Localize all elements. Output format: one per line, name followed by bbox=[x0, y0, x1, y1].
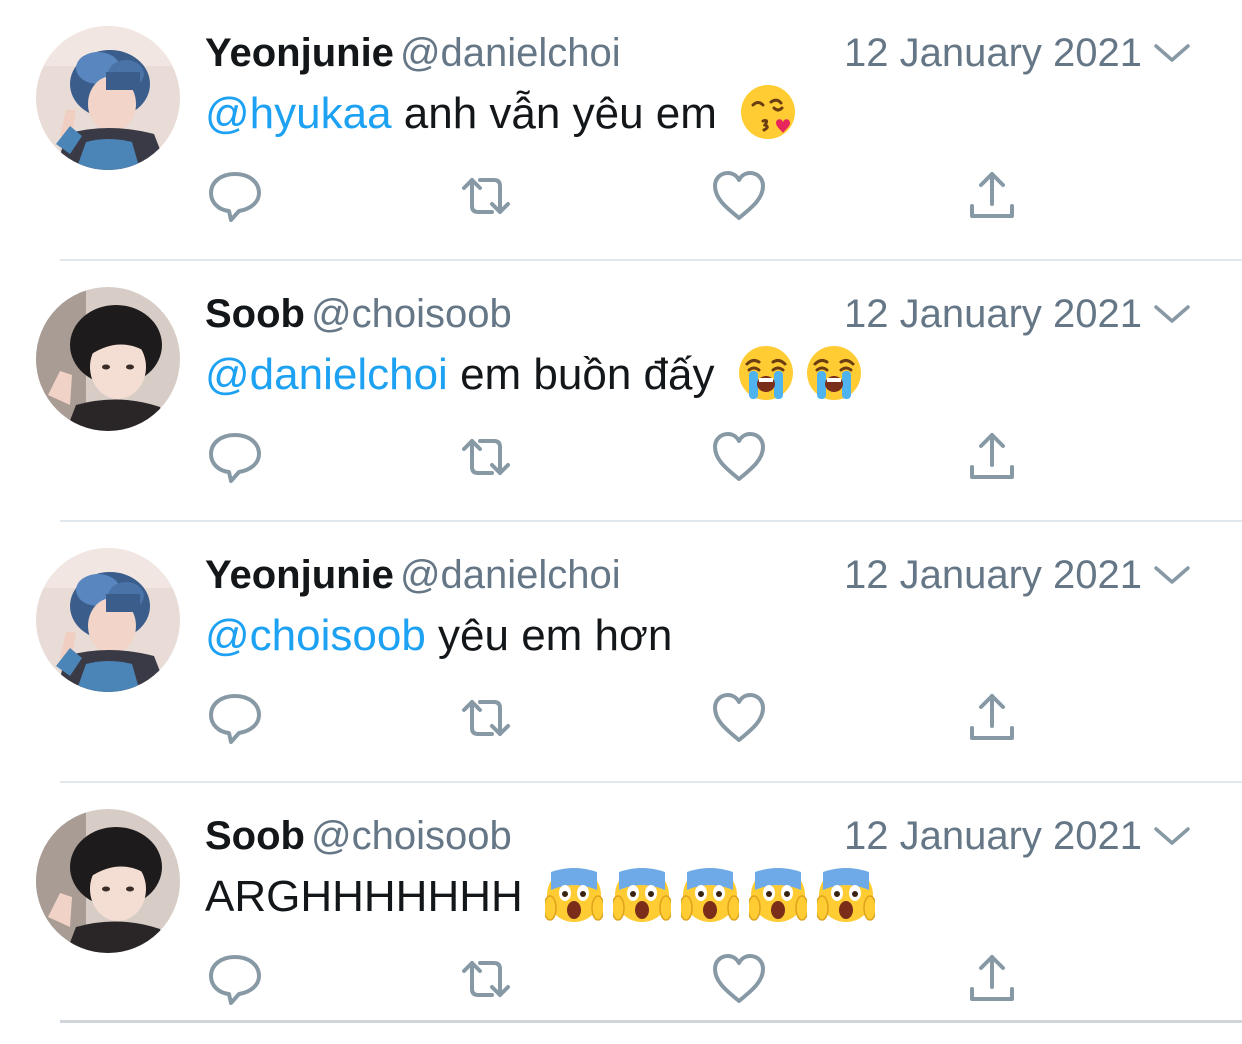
share-icon[interactable] bbox=[962, 949, 1022, 1009]
tweet-header: Soob @choisoob bbox=[205, 813, 512, 859]
screaming-emoji bbox=[817, 866, 876, 924]
tweet[interactable]: Soob @choisoob 12 January 2021 ARGHHHHHHH bbox=[0, 783, 1242, 1044]
share-icon[interactable] bbox=[962, 166, 1022, 226]
tweet-header: Yeonjunie @danielchoi bbox=[205, 552, 621, 598]
user-handle[interactable]: @danielchoi bbox=[400, 553, 621, 597]
avatar[interactable] bbox=[36, 548, 180, 692]
display-name[interactable]: Soob bbox=[205, 814, 305, 858]
crying-emoji bbox=[805, 344, 863, 402]
chevron-down-icon[interactable] bbox=[1152, 299, 1192, 329]
avatar[interactable] bbox=[36, 287, 180, 431]
display-name[interactable]: Soob bbox=[205, 292, 305, 336]
share-icon[interactable] bbox=[962, 688, 1022, 748]
tweet-body: anh vẫn yêu em bbox=[403, 89, 717, 138]
tweet-actions bbox=[0, 949, 1242, 1009]
kissing-heart-emoji bbox=[739, 83, 797, 141]
screaming-emoji bbox=[613, 866, 672, 924]
screaming-emoji bbox=[681, 866, 740, 924]
tweet-text: @choisoob yêu em hơn bbox=[205, 606, 672, 666]
tweet-actions bbox=[0, 427, 1242, 487]
tweet-text: @danielchoi em buồn đấy bbox=[205, 345, 863, 405]
user-handle[interactable]: @danielchoi bbox=[400, 31, 621, 75]
tweet-date: 12 January 2021 bbox=[843, 31, 1142, 75]
retweet-icon[interactable] bbox=[456, 949, 516, 1009]
avatar[interactable] bbox=[36, 26, 180, 170]
display-name[interactable]: Yeonjunie bbox=[205, 31, 394, 75]
tweet-header: Yeonjunie @danielchoi bbox=[205, 30, 621, 76]
display-name[interactable]: Yeonjunie bbox=[205, 553, 394, 597]
reply-icon[interactable] bbox=[205, 949, 265, 1009]
tweet-actions bbox=[0, 688, 1242, 748]
chevron-down-icon[interactable] bbox=[1152, 560, 1192, 590]
chevron-down-icon[interactable] bbox=[1152, 38, 1192, 68]
tweet-date: 12 January 2021 bbox=[843, 814, 1142, 858]
reply-icon[interactable] bbox=[205, 427, 265, 487]
tweet[interactable]: Soob @choisoob 12 January 2021 @danielcho… bbox=[0, 261, 1242, 522]
screaming-emoji bbox=[545, 866, 604, 924]
chevron-down-icon[interactable] bbox=[1152, 821, 1192, 851]
retweet-icon[interactable] bbox=[456, 166, 516, 226]
tweet-date: 12 January 2021 bbox=[843, 292, 1142, 336]
retweet-icon[interactable] bbox=[456, 427, 516, 487]
tweet-actions bbox=[0, 166, 1242, 226]
like-icon[interactable] bbox=[709, 166, 769, 226]
tweet-date: 12 January 2021 bbox=[843, 553, 1142, 597]
like-icon[interactable] bbox=[709, 427, 769, 487]
user-handle[interactable]: @choisoob bbox=[311, 292, 512, 336]
tweet[interactable]: Yeonjunie @danielchoi 12 January 2021 @hy… bbox=[0, 0, 1242, 261]
share-icon[interactable] bbox=[962, 427, 1022, 487]
screaming-emoji bbox=[749, 866, 808, 924]
user-handle[interactable]: @choisoob bbox=[311, 814, 512, 858]
reply-icon[interactable] bbox=[205, 166, 265, 226]
retweet-icon[interactable] bbox=[456, 688, 516, 748]
reply-icon[interactable] bbox=[205, 688, 265, 748]
mention-link[interactable]: @danielchoi bbox=[205, 350, 448, 399]
mention-link[interactable]: @hyukaa bbox=[205, 89, 392, 138]
like-icon[interactable] bbox=[709, 949, 769, 1009]
tweet-text: @hyukaa anh vẫn yêu em bbox=[205, 84, 797, 144]
tweet-header: Soob @choisoob bbox=[205, 291, 512, 337]
tweet-text: ARGHHHHHHH bbox=[205, 866, 876, 927]
tweet-body: em buồn đấy bbox=[460, 350, 715, 399]
crying-emoji bbox=[737, 344, 795, 402]
tweet-body: ARGHHHHHHH bbox=[205, 872, 523, 921]
like-icon[interactable] bbox=[709, 688, 769, 748]
tweet-body: yêu em hơn bbox=[438, 611, 673, 660]
avatar[interactable] bbox=[36, 809, 180, 953]
mention-link[interactable]: @choisoob bbox=[205, 611, 426, 660]
tweet[interactable]: Yeonjunie @danielchoi 12 January 2021 @ch… bbox=[0, 522, 1242, 783]
